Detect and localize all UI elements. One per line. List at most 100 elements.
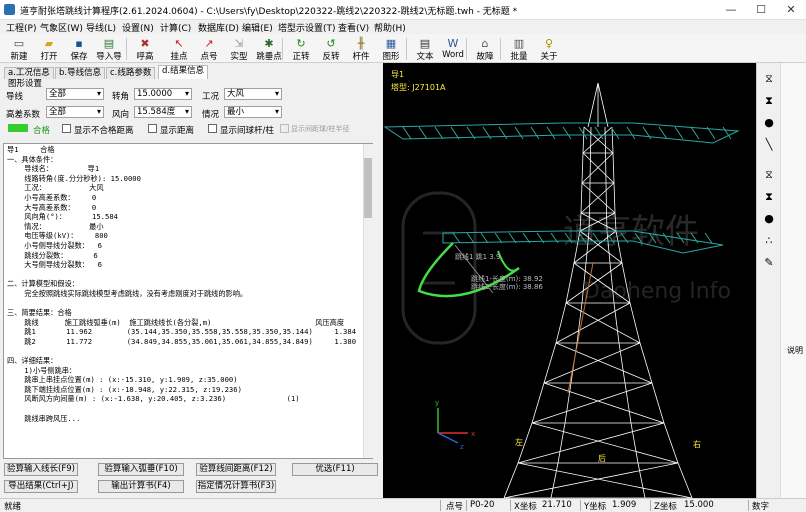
toolbar-separator (282, 38, 283, 60)
window-title: 道亨耐张塔跳线计算程序(2.61.2024.0604) - C:\Users\f… (20, 7, 518, 17)
tower-member (543, 342, 557, 384)
point-number-icon: ↗ (204, 37, 214, 50)
tab-result-info[interactable]: d.结果信息 (158, 65, 209, 79)
situation-label: 情况 (202, 110, 220, 120)
tower-member (611, 126, 614, 154)
situation-select[interactable]: 最小 (224, 106, 282, 118)
menu-calculate[interactable]: 计算(C) (160, 21, 191, 34)
toolbar-label: 正转 (292, 52, 310, 62)
condition-select[interactable]: 大风 (224, 88, 282, 100)
tower-member (639, 342, 653, 384)
show-ball-checkbox[interactable] (208, 124, 217, 133)
show-distance-checkbox[interactable] (148, 124, 157, 133)
calc-input-length-button[interactable]: 验算输入线长(F9) (4, 463, 78, 476)
关于-button[interactable]: ♀ 关于 (534, 36, 564, 63)
tower-member (624, 382, 632, 424)
新建-button[interactable]: ▭ 新建 (4, 36, 34, 63)
正转-button[interactable]: ↻ 正转 (286, 36, 316, 63)
turn-select[interactable]: 15.0000 (134, 88, 192, 100)
故障-button[interactable]: ⌂ 故障 (470, 36, 500, 63)
toolbar-label: 跳垂点 (256, 52, 282, 62)
cluster-icon[interactable]: ∴ (760, 233, 778, 249)
tab-wire-info[interactable]: b.导线信息 (55, 67, 106, 79)
文本-button[interactable]: ▤ 文本 (410, 36, 440, 63)
点号-button[interactable]: ↗ 点号 (194, 36, 224, 63)
turn-label: 转角 (112, 92, 130, 102)
show-radius-checkbox[interactable] (280, 124, 289, 133)
right-info-strip: 说明 (780, 63, 806, 498)
导入导-button[interactable]: ▤ 导入导 (94, 36, 124, 63)
fault-icon: ⌂ (481, 37, 489, 50)
tower-member (580, 182, 615, 214)
wire-label: 导线 (6, 92, 24, 102)
show-radius-label: 显示间距球/柱半径 (291, 125, 350, 133)
insulator-remove-icon[interactable]: ⧗ (760, 93, 778, 109)
optimize-button[interactable]: 优选(F11) (292, 463, 378, 476)
status-x-label: X坐标 (514, 502, 537, 512)
menu-tower-display[interactable]: 塔型示设置(T) (278, 21, 336, 34)
toolbar-label: 打开 (40, 52, 58, 62)
tab-line-params[interactable]: c.线路参数 (106, 67, 156, 79)
menu-settings[interactable]: 设置(N) (122, 21, 154, 34)
呼高-button[interactable]: ✖ 呼高 (130, 36, 160, 63)
result-scrollbar-thumb[interactable] (364, 158, 372, 218)
menu-database[interactable]: 数据库(D) (198, 21, 239, 34)
result-text-area[interactable]: 导1 合格 一、具体条件： 导线名： 导1 线路转角(度.分分秒秒): 15.0… (3, 143, 373, 459)
打开-button[interactable]: ▰ 打开 (34, 36, 64, 63)
tower-member (618, 342, 626, 384)
跳垂点-button[interactable]: ✱ 跳垂点 (254, 36, 284, 63)
wire-select[interactable]: 全部 (46, 88, 104, 100)
menu-project[interactable]: 工程(P) (6, 21, 36, 34)
insulator-move-icon[interactable]: ⧖ (760, 167, 778, 183)
menu-help[interactable]: 帮助(H) (374, 21, 406, 34)
图形-button[interactable]: ▦ 图形 (376, 36, 406, 63)
toolbar: ▭ 新建 ▰ 打开 ▪ 保存 ▤ 导入导 ✖ 呼高 ↖ 挂点 ↗ 点号 ⇲ 实型 ✱ 跳垂点 ↻ 正转 ↺ 反转 ╫ 杆件 ▦ 图… (0, 34, 806, 63)
tower-member (531, 382, 653, 424)
保存-button[interactable]: ▪ 保存 (64, 36, 94, 63)
line-add-icon[interactable]: ╲ (760, 137, 778, 153)
tower-3d-viewport[interactable]: 道亨软件 Daoheng Info 导1 塔型: J27101A 跳线1 跳1 … (383, 63, 756, 498)
output-book-button[interactable]: 输出计算书(F4) (98, 480, 184, 493)
arm-move-icon[interactable]: ⧗ (760, 189, 778, 205)
批量-button[interactable]: ▥ 批量 (504, 36, 534, 63)
minimize-button[interactable]: — (716, 0, 746, 20)
menu-edit[interactable]: 编辑(E) (242, 21, 273, 34)
tower-member (583, 126, 614, 154)
graph-settings-label: 图形设置 (8, 79, 43, 89)
specify-output-button[interactable]: 指定情况计算书(F3) (196, 480, 276, 493)
status-label: 合格 (33, 126, 51, 136)
right-direction-label: 右 (693, 439, 701, 449)
pencil-icon[interactable]: ✎ (760, 255, 778, 271)
实型-button[interactable]: ⇲ 实型 (224, 36, 254, 63)
condition-label: 工况 (202, 92, 220, 102)
calc-input-sag-button[interactable]: 验算输入弧垂(F10) (98, 463, 184, 476)
axis-z-label: z (460, 443, 464, 451)
show-unqualified-checkbox[interactable] (62, 124, 71, 133)
Word-button[interactable]: W Word (438, 36, 468, 63)
toolbar-label: 杆件 (352, 52, 370, 62)
menu-bar: 工程(P) 气象区(W) 导线(L) 设置(N) 计算(C) 数据库(D) 编辑… (0, 20, 806, 34)
tower-member (651, 382, 665, 424)
point-move-icon[interactable]: ● (760, 211, 778, 227)
menu-weather[interactable]: 气象区(W) (40, 21, 83, 34)
show-ball-label: 显示间球杆/柱 (220, 126, 274, 136)
tower-member (613, 182, 616, 214)
menu-view[interactable]: 查看(V) (338, 21, 369, 34)
反转-button[interactable]: ↺ 反转 (316, 36, 346, 63)
杆件-button[interactable]: ╫ 杆件 (346, 36, 376, 63)
menu-wire[interactable]: 导线(L) (86, 21, 116, 34)
point-add-icon[interactable]: ● (760, 115, 778, 131)
tower-member (543, 342, 641, 384)
close-button[interactable]: ✕ (776, 0, 806, 20)
tower-member (597, 82, 609, 128)
maximize-button[interactable]: ☐ (746, 0, 776, 20)
calc-line-distance-button[interactable]: 验算线间距离(F12) (196, 463, 276, 476)
height-coef-select[interactable]: 全部 (46, 106, 104, 118)
tower-member (517, 462, 693, 498)
save-icon: ▪ (75, 37, 83, 50)
graphic-icon: ▦ (385, 37, 397, 50)
direction-select[interactable]: 15.584度 (134, 106, 192, 118)
挂点-button[interactable]: ↖ 挂点 (164, 36, 194, 63)
insulator-add-icon[interactable]: ⧖ (760, 71, 778, 87)
export-result-button[interactable]: 导出结果(Ctrl+J) (4, 480, 78, 493)
